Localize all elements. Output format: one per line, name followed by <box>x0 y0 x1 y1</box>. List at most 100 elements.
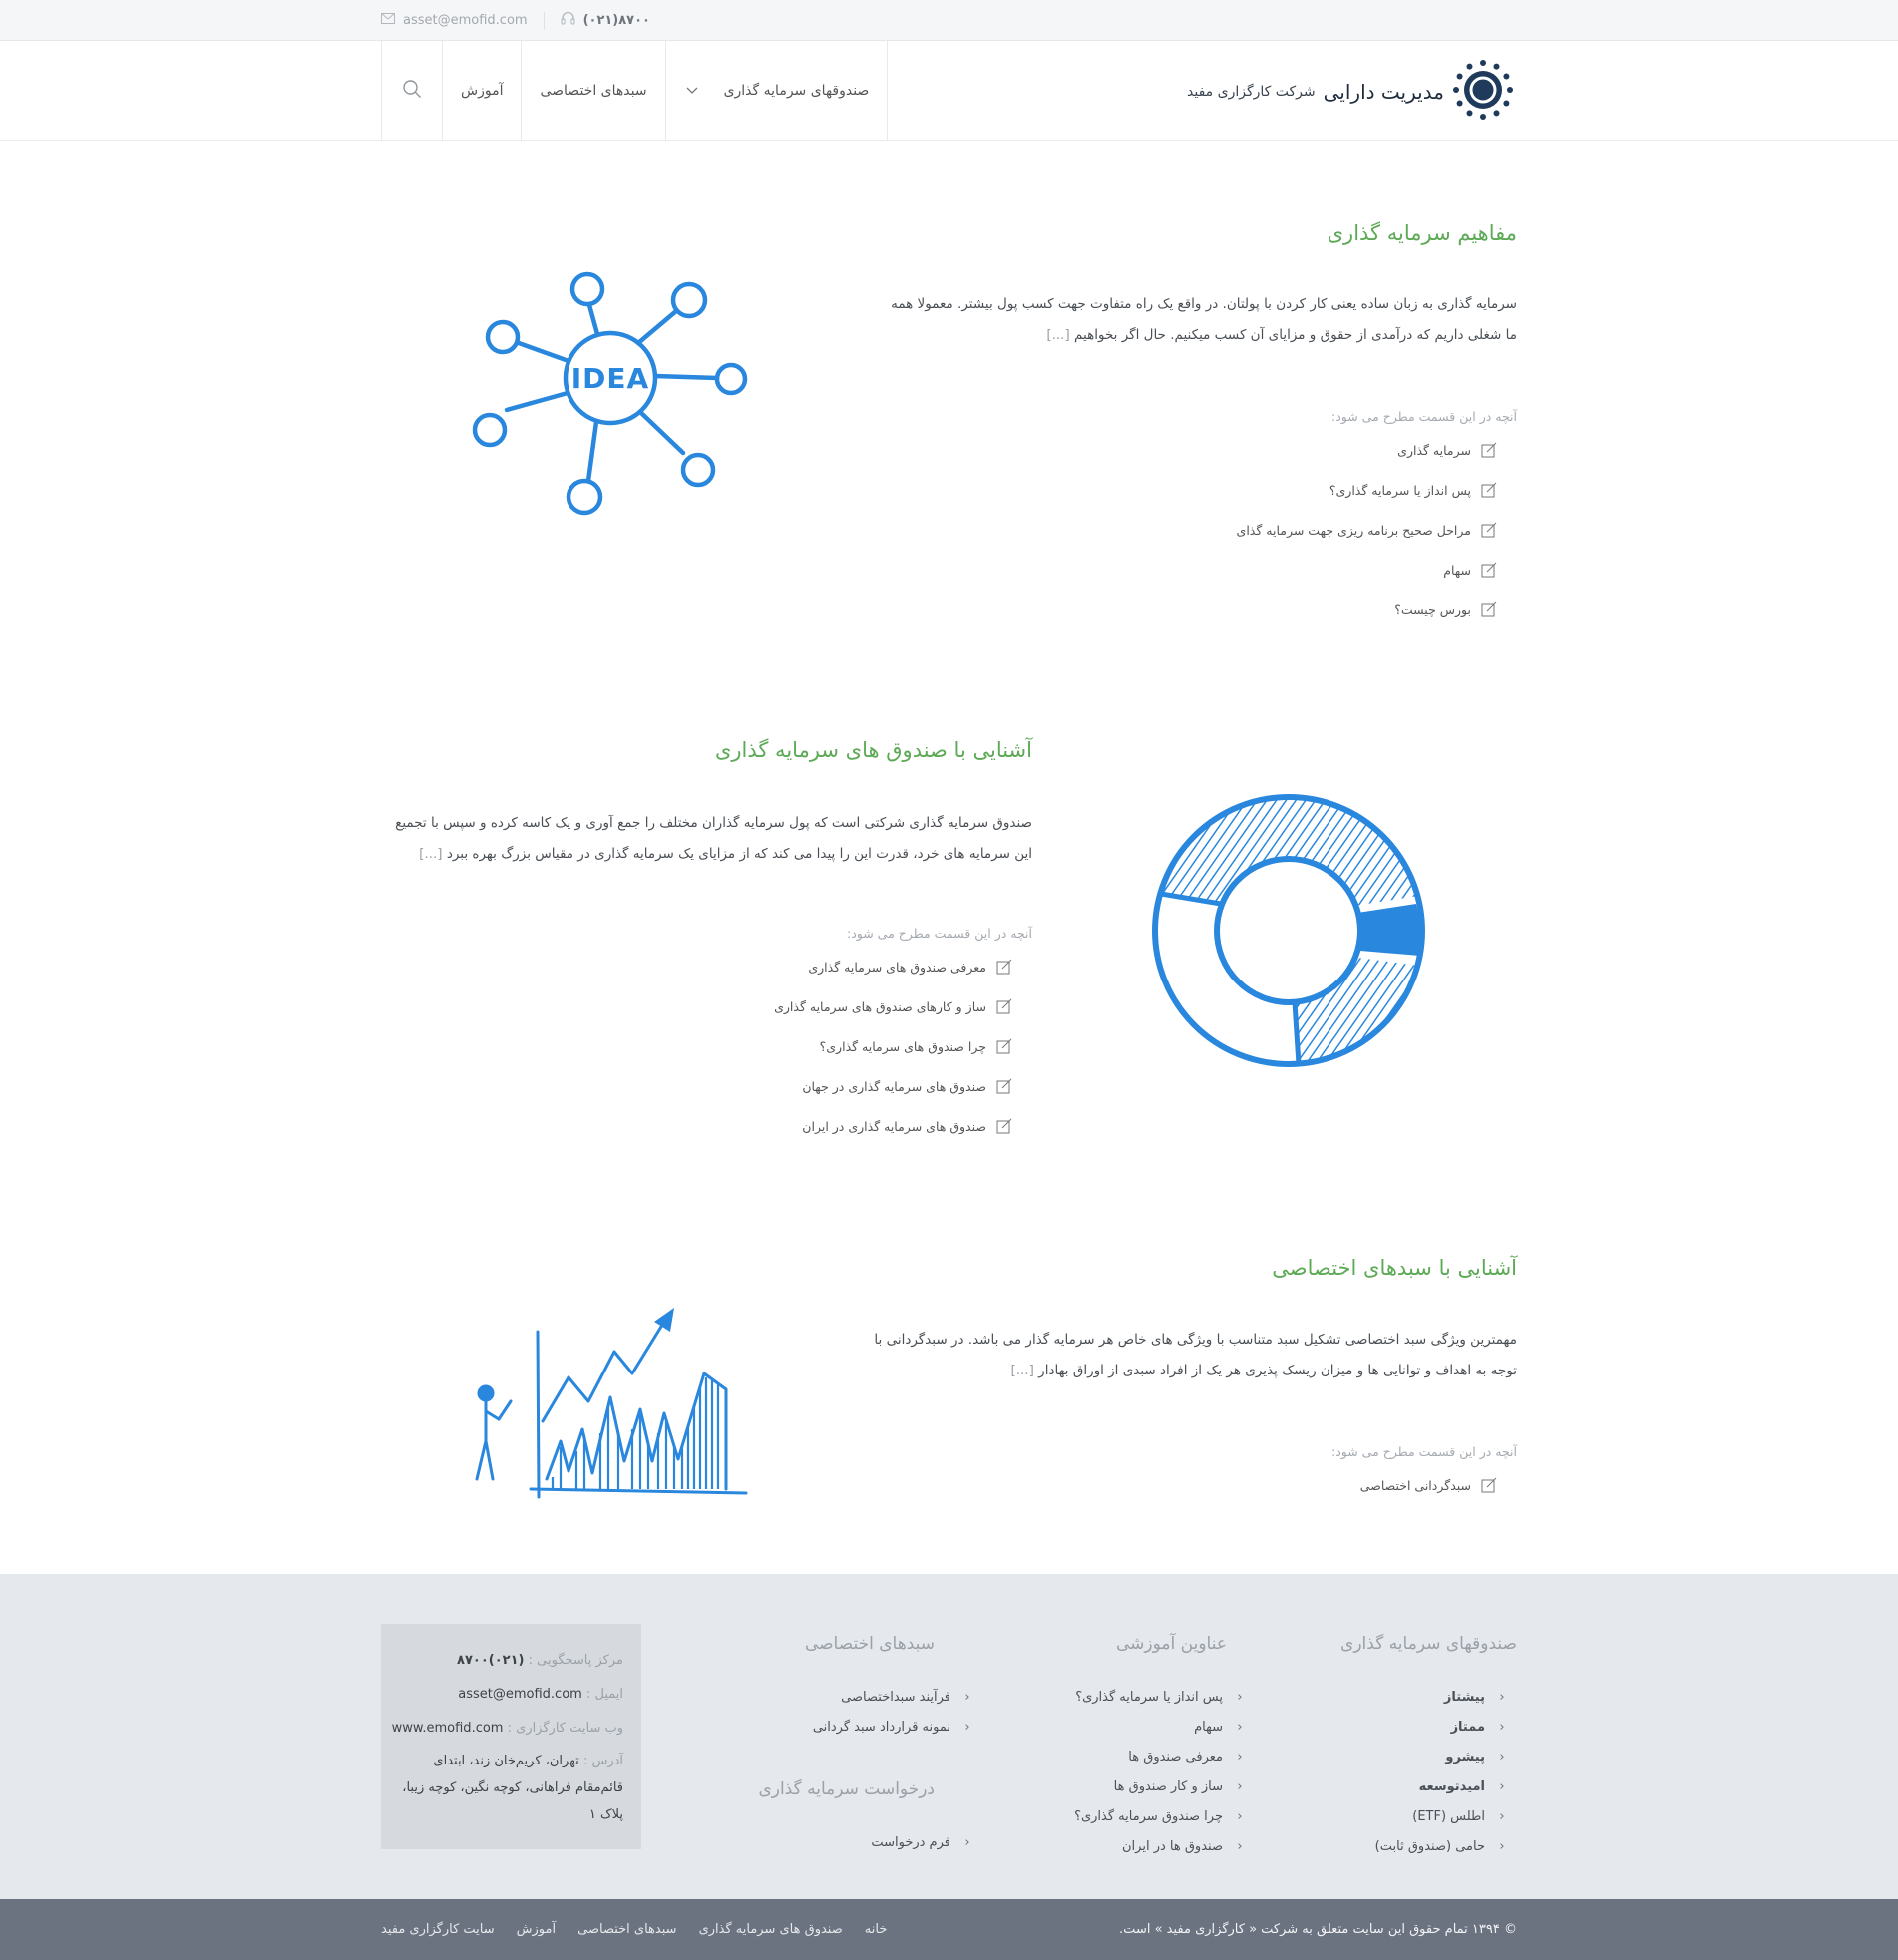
footer-link[interactable]: ‹ صندوق ها در ایران <box>1074 1831 1247 1861</box>
footer-link-label[interactable]: صندوق ها در ایران <box>1122 1839 1223 1854</box>
copyright-text: © ۱۳۹۴ تمام حقوق این سایت متعلق به شرکت … <box>1119 1922 1517 1937</box>
topic-link[interactable]: سرمایه گذاری <box>1397 443 1471 458</box>
footer-link-label[interactable]: پیشتاز <box>1444 1690 1485 1705</box>
bottom-nav-broker-site[interactable]: سایت کارگزاری مفید <box>381 1922 495 1937</box>
topic-link[interactable]: ساز و کارهای صندوق های سرمایه گذاری <box>774 999 986 1014</box>
topic-link[interactable]: سهام <box>1443 563 1471 578</box>
footer-link[interactable]: ‹ پس انداز یا سرمایه گذاری؟ <box>1074 1682 1247 1712</box>
footer-link-label[interactable]: ممتاز <box>1451 1720 1485 1735</box>
list-item[interactable]: سهام <box>1237 550 1497 589</box>
list-item[interactable]: بورس چیست؟ <box>1237 589 1497 629</box>
footer-link[interactable]: ‹ ساز و کار صندوق ها <box>1074 1771 1247 1801</box>
topic-link[interactable]: معرفی صندوق های سرمایه گذاری <box>808 960 986 975</box>
topic-link[interactable]: چرا صندوق های سرمایه گذاری؟ <box>820 1039 986 1054</box>
footer-link[interactable]: ‹ حامی (صندوق ثابت) <box>1340 1831 1509 1861</box>
footer-link-label[interactable]: ساز و کار صندوق ها <box>1114 1779 1223 1794</box>
list-item[interactable]: سبدگردانی اختصاصی <box>1360 1465 1497 1505</box>
list-item[interactable]: صندوق های سرمایه گذاری در ایران <box>774 1106 1012 1146</box>
nav-search[interactable] <box>381 41 443 141</box>
footer-link[interactable]: ‹ اطلس (ETF) <box>1340 1801 1509 1831</box>
bottom-nav-baskets[interactable]: سبدهای اختصاصی <box>577 1922 676 1937</box>
footer-link-label[interactable]: امیدتوسعه <box>1419 1779 1485 1794</box>
read-more-link[interactable]: [...] <box>1010 1363 1033 1378</box>
footer-link[interactable]: ‹ ممتاز <box>1340 1712 1509 1742</box>
footer-link-label[interactable]: سهام <box>1194 1720 1223 1735</box>
nav-item-education[interactable]: آموزش <box>443 41 523 141</box>
topic-link[interactable]: مراحل صحیح برنامه ریزی جهت سرمایه گذای <box>1237 523 1471 538</box>
bottom-nav-home[interactable]: خانه <box>865 1922 888 1937</box>
list-item[interactable]: ساز و کارهای صندوق های سرمایه گذاری <box>774 986 1012 1026</box>
headset-icon <box>561 11 575 30</box>
contact-label: مرکز پاسخگویی : <box>528 1653 623 1668</box>
footer-link[interactable]: ‹ نمونه قرارداد سبد گردانی <box>758 1712 974 1742</box>
footer-links: ‹ فرآیند سبداختصاصی ‹ نمونه قرارداد سبد گر… <box>758 1682 974 1742</box>
footer-link-label[interactable]: فرم درخواست <box>871 1835 950 1850</box>
svg-text:IDEA: IDEA <box>571 362 649 395</box>
nav-item-label[interactable]: آموزش <box>461 83 503 99</box>
list-item[interactable]: پس انداز یا سرمایه گذاری؟ <box>1237 470 1497 510</box>
chevron-left-icon: ‹ <box>964 1834 970 1850</box>
search-icon[interactable] <box>402 79 422 103</box>
contact-address: آدرس : تهران، کریم‌خان زند، ابتدای قائم‌… <box>399 1748 623 1828</box>
list-item[interactable]: معرفی صندوق های سرمایه گذاری <box>774 947 1012 986</box>
footer-link-label[interactable]: حامی (صندوق ثابت) <box>1375 1839 1485 1854</box>
main-nav: آموزش سبدهای اختصاصی صندوقهای سرمایه گذا… <box>381 41 889 141</box>
list-item[interactable]: مراحل صحیح برنامه ریزی جهت سرمایه گذای <box>1237 510 1497 550</box>
footer-links: ‹ فرم درخواست <box>758 1827 974 1857</box>
contact-label: آدرس : <box>582 1754 623 1768</box>
nav-item-label[interactable]: صندوقهای سرمایه گذاری <box>724 83 870 99</box>
bottom-nav-education[interactable]: آموزش <box>517 1922 556 1937</box>
contact-website-link[interactable]: www.emofid.com <box>392 1721 504 1736</box>
topbar-email[interactable]: asset@emofid.com <box>381 13 528 28</box>
section-title[interactable]: مفاهیم سرمایه گذاری <box>1328 221 1517 245</box>
topbar-email-text[interactable]: asset@emofid.com <box>403 13 528 28</box>
read-more-link[interactable]: [...] <box>419 846 442 862</box>
list-item[interactable]: چرا صندوق های سرمایه گذاری؟ <box>774 1026 1012 1066</box>
section-title[interactable]: آشنایی با صندوق های سرمایه گذاری <box>715 738 1032 762</box>
footer-link-label[interactable]: فرآیند سبداختصاصی <box>841 1690 950 1705</box>
footer-link[interactable]: ‹ پیشرو <box>1340 1742 1509 1771</box>
footer-link[interactable]: ‹ پیشتاز <box>1340 1682 1509 1712</box>
contact-label: ایمیل : <box>585 1687 623 1702</box>
chevron-left-icon: ‹ <box>1237 1838 1243 1854</box>
topic-link[interactable]: سبدگردانی اختصاصی <box>1360 1478 1471 1493</box>
footer-link-label[interactable]: نمونه قرارداد سبد گردانی <box>813 1720 950 1735</box>
list-item[interactable]: صندوق های سرمایه گذاری در جهان <box>774 1066 1012 1106</box>
footer-link[interactable]: ‹ فرم درخواست <box>758 1827 974 1857</box>
chevron-left-icon: ‹ <box>1237 1719 1243 1735</box>
chevron-down-icon[interactable] <box>686 83 698 99</box>
bottom-nav-funds[interactable]: صندوق های سرمایه گذاری <box>699 1922 843 1937</box>
topics-list: معرفی صندوق های سرمایه گذاری ساز و کارها… <box>774 947 1012 1146</box>
footer-link[interactable]: ‹ چرا صندوق سرمایه گذاری؟ <box>1074 1801 1247 1831</box>
read-more-link[interactable]: [...] <box>1046 327 1069 343</box>
nav-item-label[interactable]: سبدهای اختصاصی <box>540 83 646 99</box>
idea-network-illustration: IDEA <box>469 267 758 523</box>
mail-icon <box>381 13 395 28</box>
footer-link[interactable]: ‹ معرفی صندوق ها <box>1074 1742 1247 1771</box>
edit-icon <box>996 998 1012 1014</box>
footer-link-label[interactable]: پس انداز یا سرمایه گذاری؟ <box>1075 1690 1223 1705</box>
nav-item-baskets[interactable]: سبدهای اختصاصی <box>522 41 666 141</box>
footer-link-label[interactable]: پیشرو <box>1445 1750 1485 1764</box>
section-title[interactable]: آشنایی با سبدهای اختصاصی <box>1272 1256 1517 1280</box>
footer-link[interactable]: ‹ فرآیند سبداختصاصی <box>758 1682 974 1712</box>
nav-item-funds[interactable]: صندوقهای سرمایه گذاری <box>666 41 889 141</box>
footer-link[interactable]: ‹ سهام <box>1074 1712 1247 1742</box>
footer-col-title: درخواست سرمایه گذاری <box>758 1779 935 1799</box>
footer-link-label[interactable]: چرا صندوق سرمایه گذاری؟ <box>1074 1809 1223 1824</box>
topic-link[interactable]: پس انداز یا سرمایه گذاری؟ <box>1329 483 1471 498</box>
topbar-phone: (۰۲۱)۸۷۰۰ <box>561 11 650 30</box>
chevron-left-icon: ‹ <box>964 1719 970 1735</box>
contact-email-link[interactable]: asset@emofid.com <box>458 1687 582 1702</box>
edit-icon <box>996 1078 1012 1094</box>
footer-link-label[interactable]: اطلس (ETF) <box>1412 1809 1485 1824</box>
topic-link[interactable]: صندوق های سرمایه گذاری در ایران <box>802 1119 986 1134</box>
list-item[interactable]: سرمایه گذاری <box>1237 430 1497 470</box>
bottom-nav: خانه صندوق های سرمایه گذاری سبدهای اختصا… <box>381 1899 887 1960</box>
footer-link-label[interactable]: معرفی صندوق ها <box>1128 1750 1223 1764</box>
topic-link[interactable]: بورس چیست؟ <box>1394 602 1471 617</box>
site-logo[interactable]: مدیریت دارایی شرکت کارگزاری مفید <box>1187 59 1514 125</box>
topic-link[interactable]: صندوق های سرمایه گذاری در جهان <box>802 1079 986 1094</box>
edit-icon <box>1481 1477 1497 1493</box>
footer-link[interactable]: ‹ امیدتوسعه <box>1340 1771 1509 1801</box>
